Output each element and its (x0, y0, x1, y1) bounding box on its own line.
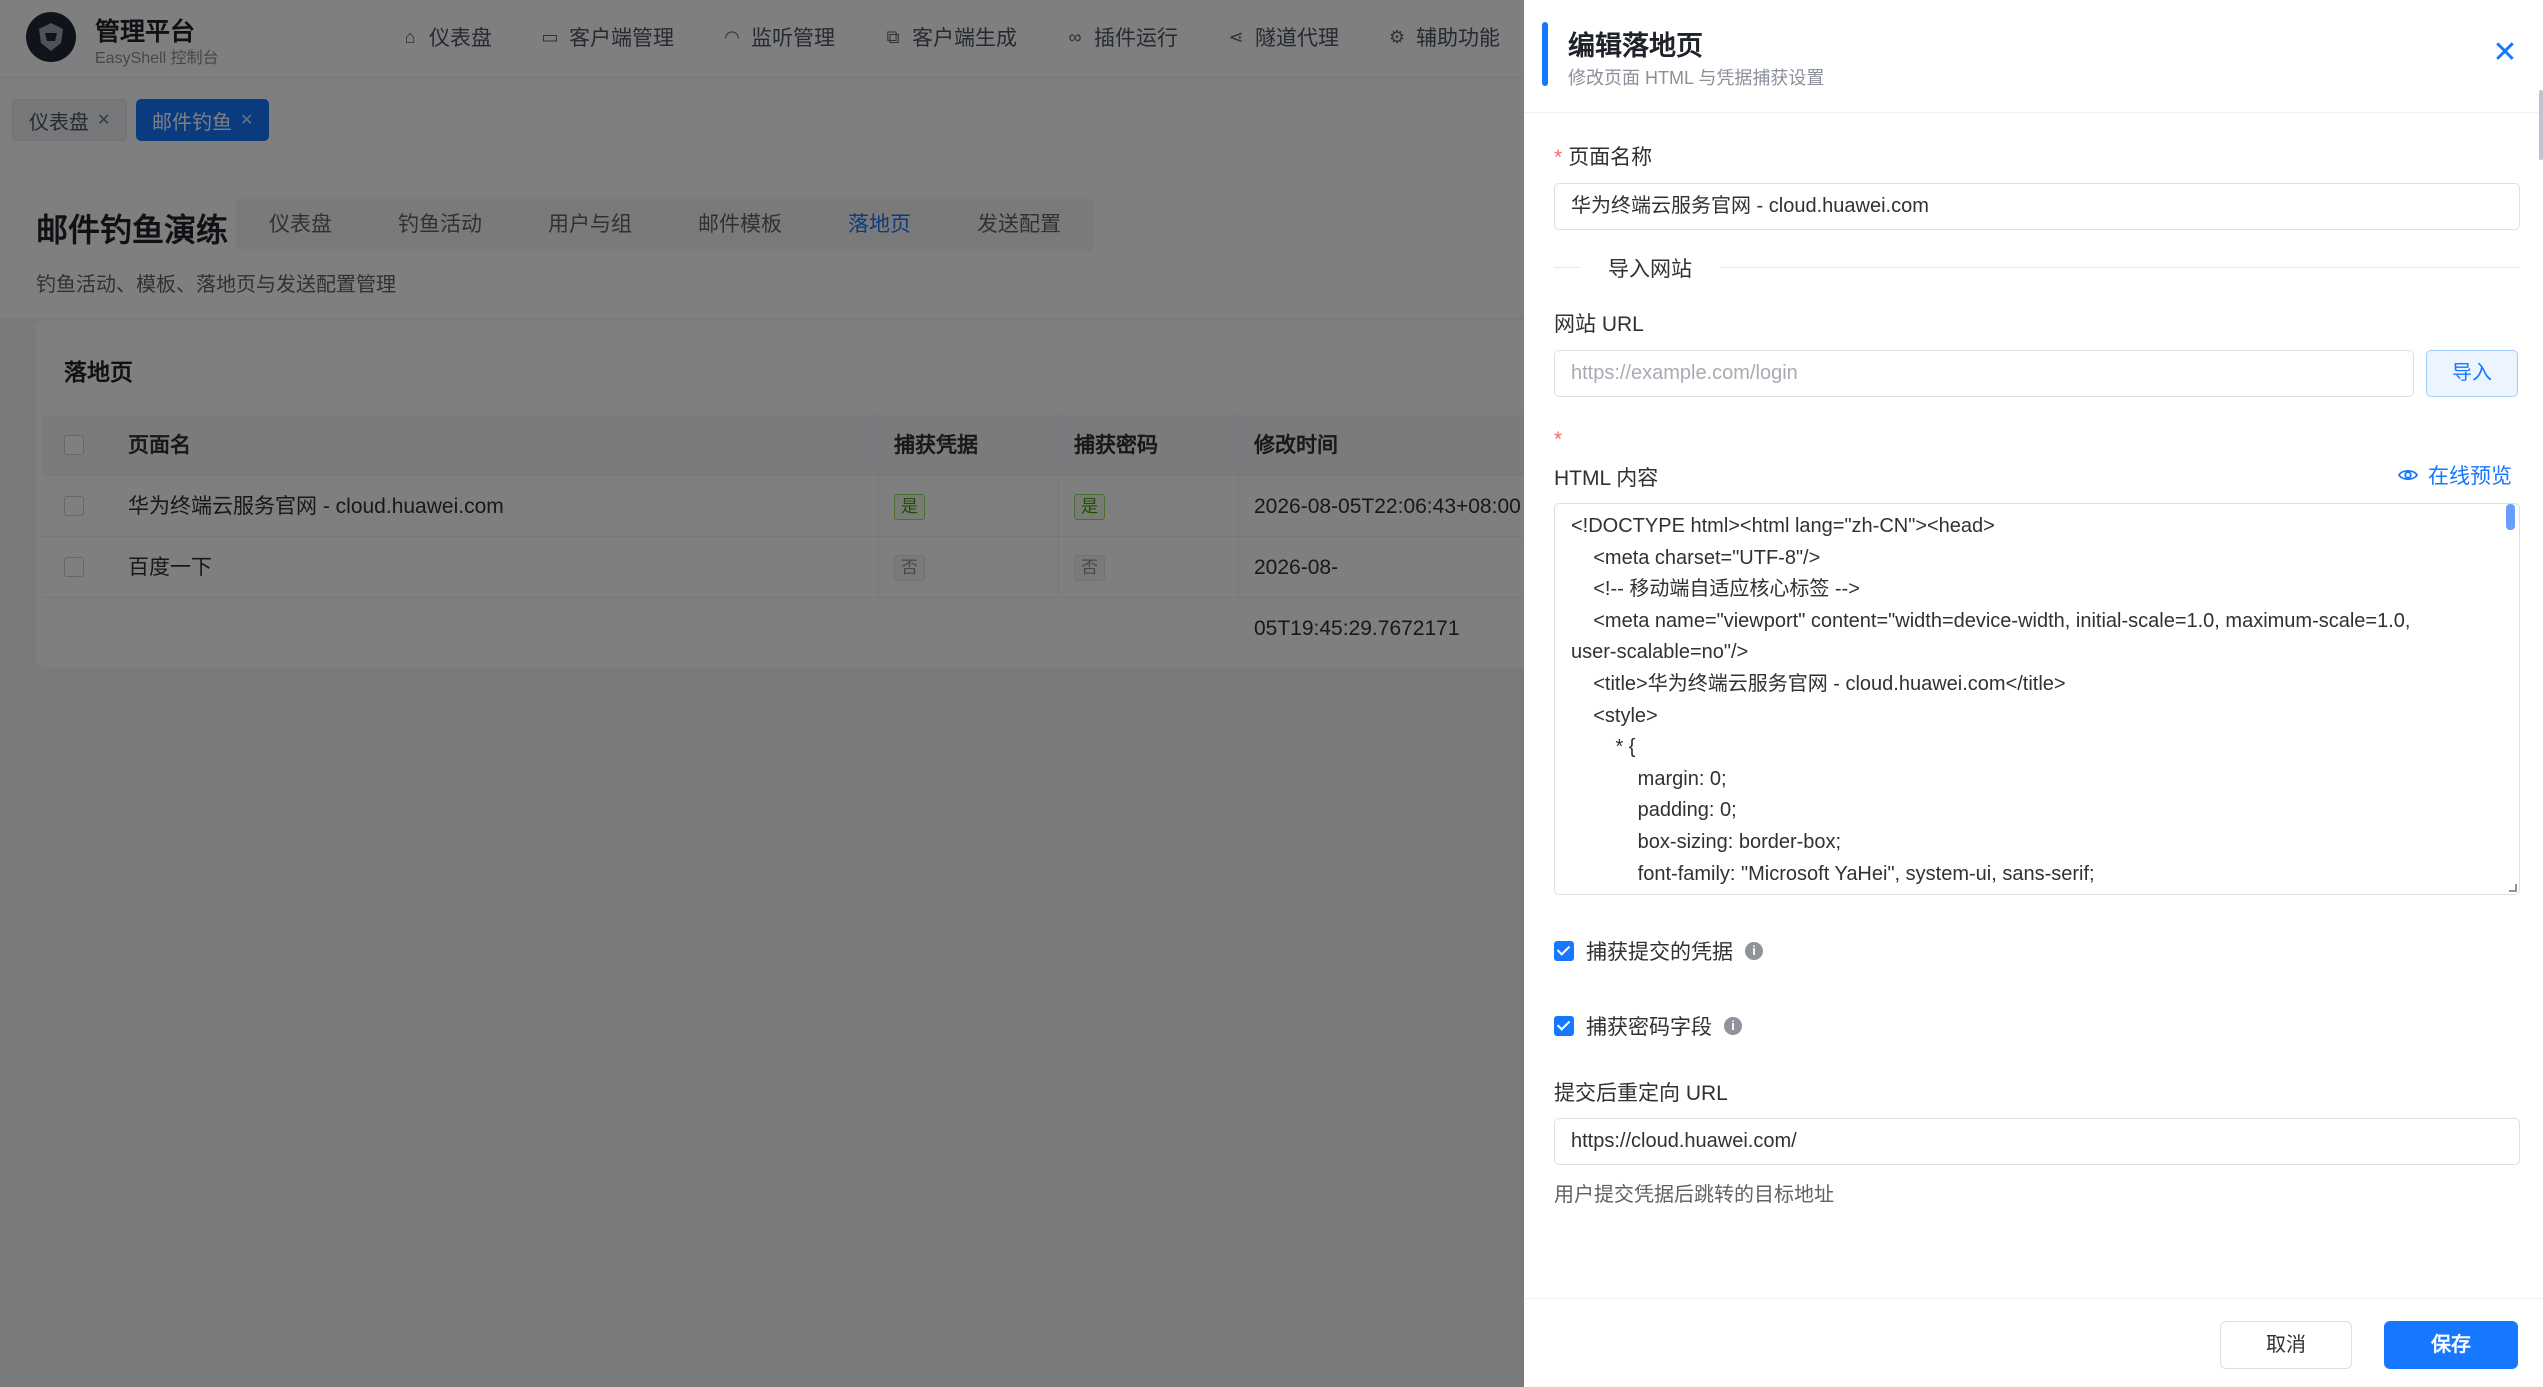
info-icon[interactable]: i (1724, 1017, 1742, 1035)
capture-pwd-checkbox[interactable] (1554, 1016, 1574, 1036)
code-line: user-scalable=no"/> (1571, 641, 1749, 664)
code-line: <style> (1571, 704, 1658, 727)
header-accent-bar (1542, 22, 1548, 86)
code-line: margin: 0; (1571, 767, 1727, 790)
page-name-input[interactable]: 华为终端云服务官网 - cloud.huawei.com (1554, 183, 2520, 230)
drawer-scrollbar[interactable] (2539, 90, 2543, 160)
html-code: <!DOCTYPE html><html lang="zh-CN"><head>… (1571, 511, 2501, 890)
drawer-footer: 取消 保存 (1524, 1298, 2543, 1387)
html-content-textarea[interactable]: <!DOCTYPE html><html lang="zh-CN"><head>… (1554, 503, 2520, 895)
code-line: <meta name="viewport" content="width=dev… (1571, 609, 2411, 632)
code-line: font-family: "Microsoft YaHei", system-u… (1571, 862, 2095, 885)
code-line: padding: 0; (1571, 799, 1737, 822)
redirect-url-input[interactable]: https://cloud.huawei.com/ (1554, 1118, 2520, 1165)
edit-landing-page-drawer: 编辑落地页 修改页面 HTML 与凭据捕获设置 ✕ * 页面名称 华为终端云服务官… (1524, 0, 2543, 1387)
cancel-button[interactable]: 取消 (2220, 1321, 2352, 1369)
preview-link[interactable]: 在线预览 (2398, 460, 2512, 490)
redirect-url-label: 提交后重定向 URL (1554, 1082, 1728, 1105)
html-content-label: HTML 内容 (1554, 467, 1659, 490)
close-icon[interactable]: ✕ (2490, 38, 2520, 68)
capture-creds-checkbox-row[interactable]: 捕获提交的凭据 i (1554, 936, 1763, 966)
redirect-url-hint: 用户提交凭据后跳转的目标地址 (1554, 1184, 1834, 1206)
textarea-scrollbar[interactable] (2506, 504, 2515, 530)
website-url-input[interactable]: https://example.com/login (1554, 350, 2414, 397)
page-name-label: * 页面名称 (1554, 146, 1653, 169)
eye-icon (2398, 469, 2418, 481)
code-line: <!-- 移动端自适应核心标签 --> (1571, 578, 1860, 601)
code-line: box-sizing: border-box; (1571, 830, 1842, 853)
capture-pwd-checkbox-row[interactable]: 捕获密码字段 i (1554, 1011, 1742, 1041)
preview-label: 在线预览 (2428, 465, 2512, 488)
resize-handle[interactable] (2509, 884, 2517, 892)
save-button[interactable]: 保存 (2384, 1321, 2518, 1369)
code-line: <!DOCTYPE html><html lang="zh-CN"><head> (1571, 515, 1995, 537)
code-line: * { (1571, 736, 1636, 759)
drawer-title: 编辑落地页 (1568, 31, 1703, 61)
capture-creds-label: 捕获提交的凭据 (1586, 941, 1733, 964)
info-icon[interactable]: i (1745, 942, 1763, 960)
drawer-header: 编辑落地页 修改页面 HTML 与凭据捕获设置 ✕ (1524, 0, 2543, 113)
import-button[interactable]: 导入 (2426, 350, 2518, 397)
required-mark: * (1554, 428, 1563, 451)
code-line: <title>华为终端云服务官网 - cloud.huawei.com</tit… (1571, 672, 2066, 695)
drawer-subtitle: 修改页面 HTML 与凭据捕获设置 (1568, 68, 1825, 88)
website-url-label: 网站 URL (1554, 313, 1644, 336)
code-line: <meta charset="UTF-8"/> (1571, 546, 1821, 569)
capture-creds-checkbox[interactable] (1554, 941, 1574, 961)
capture-pwd-label: 捕获密码字段 (1586, 1016, 1712, 1039)
import-website-divider-label: 导入网站 (1580, 253, 1720, 283)
